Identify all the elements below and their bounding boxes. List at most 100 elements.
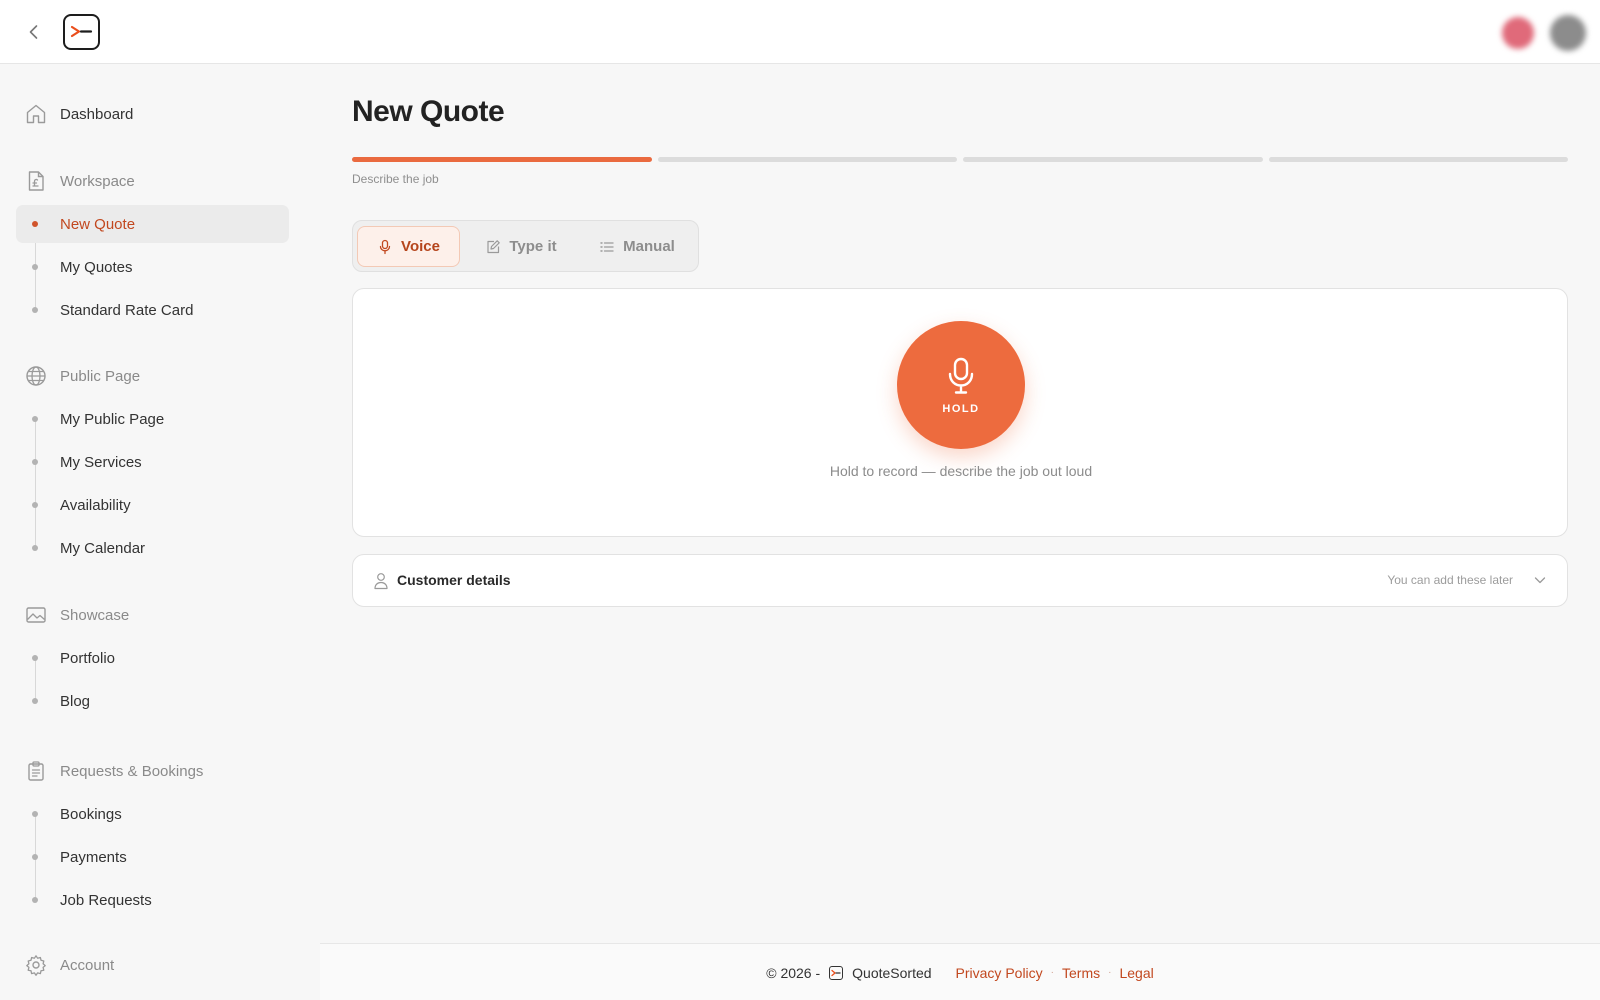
sidebar-group-requests-bookings: Bookings Payments Job Requests — [16, 795, 289, 924]
app-logo[interactable] — [63, 14, 100, 50]
tab-label: Manual — [623, 238, 675, 255]
sidebar-item-label: Availability — [60, 496, 131, 514]
hold-button-label: HOLD — [942, 403, 980, 415]
sidebar-group-public-page: My Public Page My Services Availability … — [16, 400, 289, 572]
sidebar-item-label: New Quote — [60, 215, 136, 233]
progress-step-2 — [657, 157, 957, 162]
sidebar-item-portfolio[interactable]: Portfolio — [16, 639, 289, 677]
bullet-dot — [32, 854, 38, 860]
sidebar-item-label: My Public Page — [60, 410, 165, 428]
pencil-icon — [487, 239, 501, 253]
sidebar-section-account: Account — [16, 946, 289, 984]
customer-details-hint: You can add these later — [1387, 573, 1513, 587]
brand-logo-icon — [829, 965, 844, 980]
sidebar-item-label: My Calendar — [60, 539, 146, 557]
step-label: Describe the job — [352, 172, 439, 186]
sidebar-item-availability[interactable]: Availability — [16, 486, 289, 524]
page-title: New Quote — [352, 95, 505, 128]
sidebar-item-my-services[interactable]: My Services — [16, 443, 289, 481]
brand-name: QuoteSorted — [852, 964, 932, 981]
sidebar-item-job-requests[interactable]: Job Requests — [16, 881, 289, 919]
microphone-icon — [379, 239, 391, 254]
image-icon — [26, 607, 46, 623]
back-button[interactable] — [22, 20, 46, 44]
bullet-dot — [32, 459, 38, 465]
bullet-dot — [32, 811, 38, 817]
bullet-dot — [32, 698, 38, 704]
separator-dot: · — [1108, 967, 1112, 978]
customer-details-title: Customer details — [397, 572, 511, 588]
footer: © 2026 - QuoteSorted Privacy Policy · Te… — [320, 943, 1600, 1000]
sidebar-group-showcase: Portfolio Blog — [16, 639, 289, 725]
microphone-icon — [948, 357, 974, 394]
sidebar-section-showcase: Showcase — [16, 596, 289, 634]
tab-manual[interactable]: Manual — [582, 226, 692, 267]
clipboard-icon — [28, 761, 44, 781]
sidebar-item-label: Job Requests — [60, 891, 152, 909]
sidebar-section-label: Showcase — [60, 606, 130, 624]
privacy-policy-link[interactable]: Privacy Policy — [956, 965, 1043, 981]
sidebar-item-label: Blog — [60, 692, 91, 710]
sidebar-item-dashboard[interactable]: Dashboard — [16, 95, 289, 133]
sidebar-item-bookings[interactable]: Bookings — [16, 795, 289, 833]
sidebar-section-public-page: Public Page — [16, 357, 289, 395]
terminal-logo-icon — [70, 25, 92, 38]
sidebar-item-payments[interactable]: Payments — [16, 838, 289, 876]
home-icon — [26, 104, 46, 124]
user-icon — [374, 573, 388, 590]
separator-dot: · — [1050, 967, 1055, 978]
sidebar-item-my-calendar[interactable]: My Calendar — [16, 529, 289, 567]
bullet-dot — [32, 897, 38, 903]
sidebar-section-label: Requests & Bookings — [60, 762, 204, 780]
tab-label: Type it — [509, 238, 557, 255]
main-content: New Quote Describe the job Voice Type it… — [320, 65, 1600, 935]
legal-link[interactable]: Legal — [1119, 965, 1153, 981]
sidebar-section-label: Public Page — [60, 367, 141, 385]
top-bar — [0, 0, 1600, 64]
input-mode-tabs: Voice Type it Manual — [352, 220, 699, 272]
sidebar: Dashboard Workspace New Quote My Quotes … — [0, 65, 320, 1000]
sidebar-item-standard-rate-card[interactable]: Standard Rate Card — [16, 291, 289, 329]
record-hint: Hold to record — describe the job out lo… — [829, 463, 1093, 479]
step-progress — [352, 157, 1568, 162]
bullet-dot — [32, 655, 38, 661]
chevron-down-icon — [1534, 577, 1546, 584]
sidebar-section-workspace: Workspace — [16, 162, 289, 200]
sidebar-item-label: Standard Rate Card — [60, 301, 194, 319]
bullet-dot — [32, 545, 38, 551]
gear-icon — [26, 955, 46, 976]
bullet-dot — [32, 264, 38, 270]
customer-details-accordion[interactable]: Customer details You can add these later — [352, 554, 1568, 607]
tab-type-it[interactable]: Type it — [466, 226, 576, 267]
progress-step-1 — [352, 157, 652, 162]
sidebar-item-blog[interactable]: Blog — [16, 682, 289, 720]
copyright: © 2026 - — [766, 964, 821, 981]
tab-label: Voice — [401, 238, 440, 255]
user-avatar[interactable] — [1550, 15, 1586, 51]
sidebar-item-new-quote[interactable]: New Quote — [16, 205, 289, 243]
sidebar-item-label: Payments — [60, 848, 127, 866]
sidebar-item-label: My Services — [60, 453, 142, 471]
sidebar-item-label: My Quotes — [60, 258, 133, 276]
sidebar-item-label: Bookings — [60, 805, 122, 823]
bullet-dot — [32, 416, 38, 422]
sidebar-item-my-public-page[interactable]: My Public Page — [16, 400, 289, 438]
sidebar-section-label: Account — [60, 956, 115, 974]
chevron-left-icon — [29, 25, 38, 39]
voice-recorder-card: HOLD Hold to record — describe the job o… — [352, 288, 1568, 537]
terms-link[interactable]: Terms — [1062, 965, 1100, 981]
sidebar-item-label: Dashboard — [60, 105, 134, 123]
sidebar-group-workspace: New Quote My Quotes Standard Rate Card — [16, 205, 289, 334]
bullet-dot — [32, 307, 38, 313]
sidebar-section-label: Workspace — [60, 172, 135, 190]
notification-avatar[interactable] — [1502, 17, 1534, 49]
progress-step-3 — [963, 157, 1263, 162]
tab-voice[interactable]: Voice — [357, 226, 460, 267]
sidebar-section-requests-bookings: Requests & Bookings — [16, 752, 289, 790]
globe-icon — [26, 366, 46, 386]
hold-to-record-button[interactable]: HOLD — [897, 321, 1025, 449]
invoice-pound-icon — [28, 171, 44, 191]
sidebar-item-my-quotes[interactable]: My Quotes — [16, 248, 289, 286]
bullet-dot — [32, 221, 38, 227]
sidebar-item-label: Portfolio — [60, 649, 116, 667]
